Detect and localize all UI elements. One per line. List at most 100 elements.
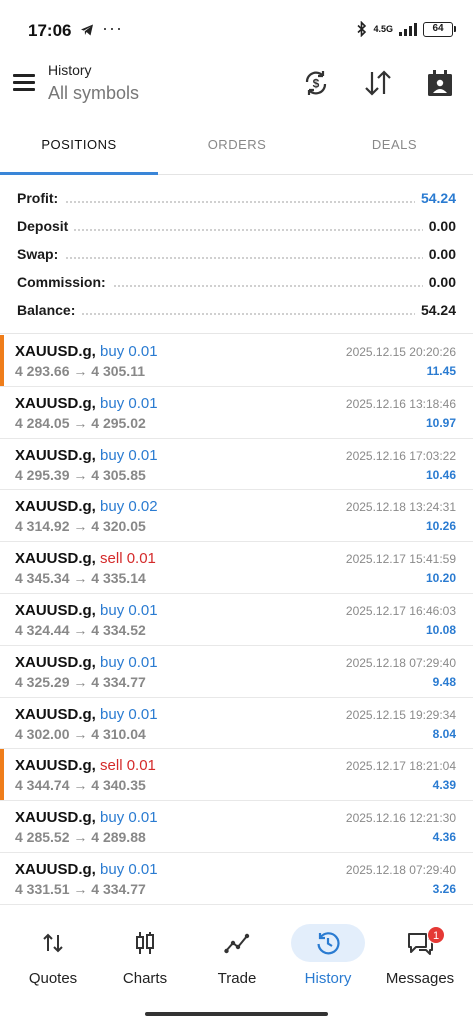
signal-icon bbox=[399, 23, 417, 36]
nav-quotes[interactable]: Quotes bbox=[6, 920, 100, 987]
position-prices: 4 325.29 → 4 334.77 bbox=[15, 673, 146, 690]
dotted-leader bbox=[17, 229, 456, 231]
position-side: buy 0.01 bbox=[100, 601, 158, 619]
summary-row-swap: Swap: 0.00 bbox=[0, 241, 473, 269]
position-profit: 4.36 bbox=[432, 830, 456, 845]
symbol-filter[interactable]: All symbols bbox=[48, 83, 139, 104]
symbol-text: XAUUSD.g, bbox=[15, 809, 96, 827]
position-profit: 10.26 bbox=[425, 519, 456, 534]
page-title: History bbox=[48, 62, 92, 78]
position-row[interactable]: XAUUSD.g, buy 0.01 4 331.51 → 4 334.77 202… bbox=[0, 853, 473, 905]
position-symbol: XAUUSD.g, buy 0.01 bbox=[15, 395, 158, 412]
position-row[interactable]: XAUUSD.g, sell 0.01 4 345.34 → 4 335.14 20… bbox=[0, 542, 473, 594]
position-row[interactable]: XAUUSD.g, buy 0.01 4 293.66 → 4 305.11 202… bbox=[0, 335, 473, 387]
network-type: 4.5G bbox=[373, 23, 393, 34]
position-row[interactable]: XAUUSD.g, buy 0.01 4 285.52 → 4 289.88 202… bbox=[0, 801, 473, 853]
nav-charts[interactable]: Charts bbox=[98, 920, 192, 987]
position-row[interactable]: XAUUSD.g, buy 0.01 4 302.00 → 4 310.04 202… bbox=[0, 698, 473, 750]
symbol-text: XAUUSD.g, bbox=[15, 498, 96, 516]
menu-icon[interactable] bbox=[13, 74, 35, 92]
position-row[interactable]: XAUUSD.g, buy 0.01 4 284.05 → 4 295.02 202… bbox=[0, 387, 473, 439]
nav-history-label: History bbox=[304, 970, 352, 987]
position-profit: 10.08 bbox=[425, 622, 456, 637]
position-symbol: XAUUSD.g, buy 0.01 bbox=[15, 654, 158, 671]
position-side: buy 0.01 bbox=[100, 394, 158, 412]
position-profit: 11.45 bbox=[426, 364, 456, 378]
position-side: buy 0.01 bbox=[100, 343, 158, 360]
summary-row-profit: Profit: 54.24 bbox=[0, 185, 473, 213]
profit-value: 54.24 bbox=[414, 190, 456, 206]
symbol-text: XAUUSD.g, bbox=[15, 550, 96, 568]
position-profit: 4.39 bbox=[432, 778, 456, 793]
position-prices: 4 324.44 → 4 334.52 bbox=[15, 621, 146, 638]
position-side: buy 0.01 bbox=[100, 809, 158, 827]
position-prices: 4 285.52 → 4 289.88 bbox=[15, 829, 146, 846]
svg-text:$: $ bbox=[313, 77, 320, 91]
position-symbol: XAUUSD.g, sell 0.01 bbox=[15, 757, 156, 774]
position-prices: 4 302.00 → 4 310.04 bbox=[15, 725, 146, 742]
position-row[interactable]: XAUUSD.g, buy 0.01 4 295.39 → 4 305.85 202… bbox=[0, 439, 473, 491]
calendar-period-icon[interactable] bbox=[425, 68, 455, 98]
position-symbol: XAUUSD.g, buy 0.01 bbox=[15, 809, 158, 826]
position-side: buy 0.01 bbox=[100, 653, 158, 671]
dotted-leader bbox=[17, 257, 456, 259]
tab-deals[interactable]: DEALS bbox=[316, 125, 473, 175]
position-prices: 4 345.34 → 4 335.14 bbox=[15, 570, 146, 587]
position-row[interactable]: XAUUSD.g, buy 0.01 4 325.29 → 4 334.77 202… bbox=[0, 646, 473, 698]
balance-value: 54.24 bbox=[414, 302, 456, 318]
status-time: 17:06 bbox=[28, 21, 72, 40]
nav-charts-label: Charts bbox=[122, 970, 168, 987]
history-tabs: POSITIONS ORDERS DEALS bbox=[0, 125, 473, 175]
tab-positions[interactable]: POSITIONS bbox=[0, 125, 158, 175]
position-row[interactable]: XAUUSD.g, buy 0.02 4 314.92 → 4 320.05 202… bbox=[0, 490, 473, 543]
home-indicator[interactable] bbox=[145, 1012, 328, 1016]
position-symbol: XAUUSD.g, buy 0.02 bbox=[15, 498, 158, 515]
position-side: buy 0.01 bbox=[100, 446, 158, 464]
sync-currency-icon[interactable]: $ bbox=[301, 68, 331, 98]
position-datetime: 2025.12.16 12:21:30 bbox=[345, 811, 456, 826]
position-datetime: 2025.12.17 16:46:03 bbox=[345, 603, 456, 618]
sort-icon[interactable] bbox=[363, 68, 393, 98]
nav-history-active-pill bbox=[291, 924, 365, 962]
position-side: sell 0.01 bbox=[100, 550, 156, 568]
app-header: History All symbols $ bbox=[0, 60, 473, 120]
position-datetime: 2025.12.18 07:29:40 bbox=[345, 862, 456, 877]
quotes-icon bbox=[43, 933, 63, 953]
position-prices: 4 284.05 → 4 295.02 bbox=[15, 414, 146, 431]
status-bar: 17:06 ··· 4.5G 64 bbox=[0, 0, 473, 60]
tab-orders[interactable]: ORDERS bbox=[158, 125, 316, 175]
summary-divider bbox=[0, 333, 473, 334]
nav-trade[interactable]: Trade bbox=[190, 920, 284, 987]
position-symbol: XAUUSD.g, buy 0.01 bbox=[15, 343, 158, 360]
summary-row-commission: Commission: 0.00 bbox=[0, 269, 473, 297]
position-datetime: 2025.12.18 13:24:31 bbox=[345, 500, 456, 515]
position-row[interactable]: XAUUSD.g, buy 0.01 4 324.44 → 4 334.52 202… bbox=[0, 594, 473, 646]
nav-history[interactable]: History bbox=[281, 920, 375, 987]
position-datetime: 2025.12.18 07:29:40 bbox=[345, 655, 456, 670]
dotted-leader bbox=[17, 313, 456, 315]
bottom-navigation: Quotes Charts Trade History 1 Messages bbox=[0, 912, 473, 1024]
row-marker bbox=[0, 749, 4, 801]
active-tab-indicator bbox=[0, 172, 158, 175]
position-symbol: XAUUSD.g, buy 0.01 bbox=[15, 447, 158, 464]
summary-row-deposit: Deposit 0.00 bbox=[0, 213, 473, 241]
position-profit: 9.48 bbox=[432, 674, 456, 689]
bluetooth-icon bbox=[357, 21, 367, 37]
symbol-text: XAUUSD.g, bbox=[15, 653, 96, 671]
swap-label: Swap: bbox=[17, 246, 65, 262]
position-datetime: 2025.12.15 20:20:26 bbox=[345, 345, 456, 359]
position-prices: 4 331.51 → 4 334.77 bbox=[15, 880, 146, 897]
position-side: buy 0.02 bbox=[100, 498, 158, 516]
position-profit: 10.46 bbox=[425, 467, 456, 482]
nav-messages[interactable]: 1 Messages bbox=[373, 920, 467, 987]
battery-indicator: 64 bbox=[423, 21, 456, 37]
position-row[interactable]: XAUUSD.g, sell 0.01 4 344.74 → 4 340.35 20… bbox=[0, 749, 473, 802]
position-datetime: 2025.12.15 19:29:34 bbox=[345, 707, 456, 722]
symbol-text: XAUUSD.g, bbox=[15, 757, 96, 775]
more-notifications-icon: ··· bbox=[102, 18, 123, 38]
position-symbol: XAUUSD.g, sell 0.01 bbox=[15, 550, 156, 567]
symbol-text: XAUUSD.g, bbox=[15, 705, 96, 723]
position-side: buy 0.01 bbox=[100, 860, 158, 878]
position-datetime: 2025.12.16 17:03:22 bbox=[345, 448, 456, 463]
telegram-icon bbox=[81, 24, 93, 36]
